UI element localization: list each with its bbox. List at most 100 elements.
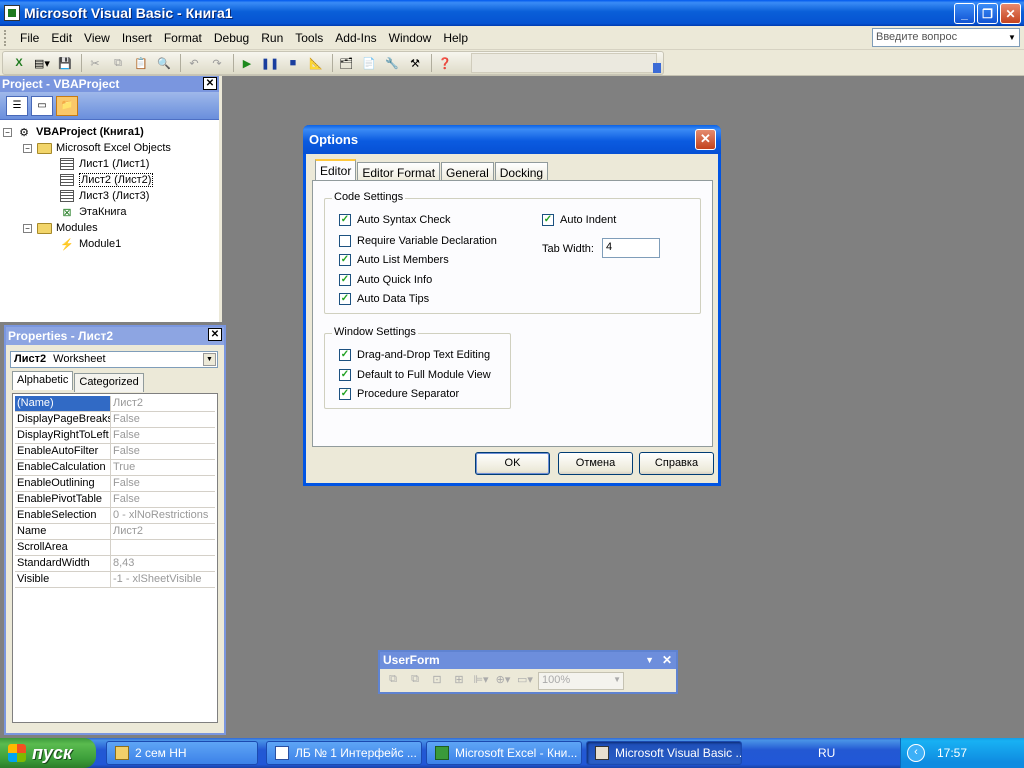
full-module-view-checkbox[interactable]: ✓ Default to Full Module View	[339, 369, 491, 381]
chevron-down-icon[interactable]: ▼	[613, 675, 621, 684]
group-icon[interactable]: ⊡	[428, 673, 446, 689]
property-value[interactable]: 8,43	[111, 556, 215, 571]
procedure-separator-checkbox[interactable]: ✓ Procedure Separator	[339, 388, 459, 400]
menu-file[interactable]: File	[14, 29, 45, 47]
ungroup-icon[interactable]: ⊞	[450, 673, 468, 689]
auto-list-members-checkbox[interactable]: ✓ Auto List Members	[339, 254, 449, 266]
property-row[interactable]: EnableSelection 0 - xlNoRestrictions	[15, 508, 215, 524]
paste-icon[interactable]: 📋	[131, 54, 151, 72]
property-value[interactable]: True	[111, 460, 215, 475]
property-value[interactable]: -1 - xlSheetVisible	[111, 572, 215, 587]
close-icon[interactable]: ✕	[695, 129, 716, 150]
find-icon[interactable]: 🔍	[154, 54, 174, 72]
task-excel[interactable]: Microsoft Excel - Кни...	[426, 741, 582, 765]
task-word-doc[interactable]: ЛБ № 1 Интерфейс ...	[266, 741, 422, 765]
send-to-back-icon[interactable]: ⧉	[406, 673, 424, 689]
design-mode-icon[interactable]: 📐	[306, 54, 326, 72]
menu-edit[interactable]: Edit	[45, 29, 78, 47]
tree-node-sheet3[interactable]: Лист3 (Лист3)	[3, 188, 219, 204]
property-row[interactable]: (Name) Лист2	[15, 396, 215, 412]
undo-icon[interactable]: ↶	[184, 54, 204, 72]
property-row[interactable]: StandardWidth 8,43	[15, 556, 215, 572]
property-value[interactable]: 0 - xlNoRestrictions	[111, 508, 215, 523]
menu-insert[interactable]: Insert	[116, 29, 158, 47]
close-icon[interactable]: ✕	[208, 328, 222, 341]
project-explorer-icon[interactable]: 🗂	[336, 54, 356, 72]
chevron-down-icon[interactable]: ▼	[203, 353, 216, 366]
copy-icon[interactable]: ⧉	[108, 54, 128, 72]
cancel-button[interactable]: Отмена	[558, 452, 633, 475]
object-browser-icon[interactable]: 🔧	[382, 54, 402, 72]
property-value[interactable]: False	[111, 492, 215, 507]
menu-help[interactable]: Help	[437, 29, 474, 47]
menu-addins[interactable]: Add-Ins	[329, 29, 382, 47]
property-value[interactable]	[111, 540, 215, 555]
checkmark-icon[interactable]: ✓	[339, 214, 351, 226]
tree-node-sheet2[interactable]: Лист2 (Лист2)	[3, 172, 219, 188]
require-variable-declaration-checkbox[interactable]: Require Variable Declaration	[339, 235, 497, 247]
auto-data-tips-checkbox[interactable]: ✓ Auto Data Tips	[339, 293, 429, 305]
close-icon[interactable]: ✕	[662, 652, 672, 669]
property-value[interactable]: Лист2	[111, 396, 215, 411]
tree-node-sheet1[interactable]: Лист1 (Лист1)	[3, 156, 219, 172]
tree-node-modules[interactable]: − Modules	[3, 220, 219, 236]
auto-quick-info-checkbox[interactable]: ✓ Auto Quick Info	[339, 274, 432, 286]
view-object-icon[interactable]: ▭	[31, 95, 53, 116]
property-row[interactable]: DisplayRightToLeft False	[15, 428, 215, 444]
ok-button[interactable]: OK	[475, 452, 550, 475]
language-indicator[interactable]: RU	[818, 746, 835, 760]
start-button[interactable]: пуск	[0, 738, 96, 768]
menu-grip[interactable]	[4, 29, 10, 46]
tab-editor-format[interactable]: Editor Format	[357, 162, 441, 182]
toolbar-options-button[interactable]	[653, 63, 661, 73]
collapse-icon[interactable]: −	[23, 223, 32, 233]
align-icon[interactable]: ⊫▾	[472, 673, 490, 689]
auto-syntax-check-checkbox[interactable]: ✓ Auto Syntax Check	[339, 214, 451, 226]
help-search-input[interactable]: Введите вопрос ▼	[872, 28, 1020, 47]
checkbox-empty-icon[interactable]	[339, 235, 351, 247]
chevron-down-icon[interactable]: ▼	[645, 652, 654, 669]
checkmark-icon[interactable]: ✓	[339, 369, 351, 381]
drag-drop-editing-checkbox[interactable]: ✓ Drag-and-Drop Text Editing	[339, 349, 490, 361]
tab-categorized[interactable]: Categorized	[74, 373, 144, 392]
property-row[interactable]: EnablePivotTable False	[15, 492, 215, 508]
bring-to-front-icon[interactable]: ⧉	[384, 673, 402, 689]
reset-icon[interactable]: ■	[283, 54, 303, 72]
auto-indent-checkbox[interactable]: ✓ Auto Indent	[542, 214, 616, 226]
zoom-select[interactable]: 100% ▼	[538, 672, 624, 690]
help-button[interactable]: Справка	[639, 452, 714, 475]
menu-tools[interactable]: Tools	[289, 29, 329, 47]
close-icon[interactable]: ✕	[203, 77, 217, 90]
vba-app-icon[interactable]	[4, 5, 20, 21]
menu-debug[interactable]: Debug	[208, 29, 255, 47]
task-vba[interactable]: Microsoft Visual Basic ...	[586, 741, 742, 765]
menu-format[interactable]: Format	[158, 29, 208, 47]
tree-node-vbaproject[interactable]: − ⚙ VBAProject (Книга1)	[3, 124, 219, 140]
property-value[interactable]: False	[111, 412, 215, 427]
checkmark-icon[interactable]: ✓	[339, 274, 351, 286]
object-select[interactable]: Лист2 Worksheet ▼	[10, 351, 218, 368]
checkmark-icon[interactable]: ✓	[542, 214, 554, 226]
checkmark-icon[interactable]: ✓	[339, 254, 351, 266]
redo-icon[interactable]: ↷	[207, 54, 227, 72]
collapse-icon[interactable]: −	[23, 143, 32, 153]
tab-width-input[interactable]: 4	[602, 238, 660, 258]
checkmark-icon[interactable]: ✓	[339, 349, 351, 361]
tree-node-module1[interactable]: ⚡ Module1	[3, 236, 219, 252]
menu-run[interactable]: Run	[255, 29, 289, 47]
property-row[interactable]: EnableAutoFilter False	[15, 444, 215, 460]
save-icon[interactable]: 💾	[55, 54, 75, 72]
properties-window-icon[interactable]: 📄	[359, 54, 379, 72]
insert-userform-icon[interactable]: ▤▾	[32, 54, 52, 72]
minimize-button[interactable]: _	[954, 3, 975, 24]
tab-alphabetic[interactable]: Alphabetic	[12, 371, 74, 390]
chevron-down-icon[interactable]: ▼	[1005, 29, 1019, 46]
property-value[interactable]: False	[111, 476, 215, 491]
break-icon[interactable]: ❚❚	[260, 54, 280, 72]
menu-window[interactable]: Window	[383, 29, 438, 47]
close-button[interactable]: ✕	[1000, 3, 1021, 24]
tree-node-excel-objects[interactable]: − Microsoft Excel Objects	[3, 140, 219, 156]
center-icon[interactable]: ⊕▾	[494, 673, 512, 689]
property-value[interactable]: False	[111, 428, 215, 443]
property-row[interactable]: DisplayPageBreaks False	[15, 412, 215, 428]
